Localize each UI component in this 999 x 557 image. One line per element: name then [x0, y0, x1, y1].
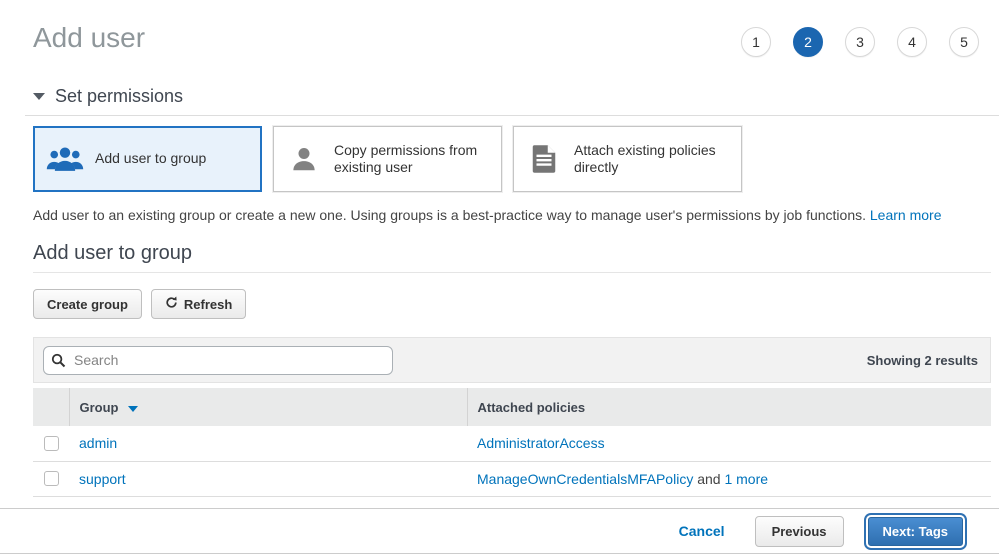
policies-column-label: Attached policies [478, 400, 586, 415]
option-label: Add user to group [95, 150, 206, 168]
header-checkbox-cell [33, 388, 69, 426]
table-row: support ManageOwnCredentialsMFAPolicy an… [33, 461, 991, 496]
more-policies-link[interactable]: 1 more [724, 471, 768, 487]
table-header-row: Group Attached policies [33, 388, 991, 426]
cancel-link[interactable]: Cancel [679, 523, 725, 539]
row-checkbox[interactable] [44, 436, 59, 451]
option-copy-permissions[interactable]: Copy permissions from existing user [273, 126, 502, 192]
group-link[interactable]: support [79, 471, 126, 487]
option-add-user-to-group[interactable]: Add user to group [33, 126, 262, 192]
results-count: Showing 2 results [867, 353, 978, 368]
group-section-title: Add user to group [33, 242, 991, 265]
previous-button[interactable]: Previous [755, 516, 844, 547]
refresh-button[interactable]: Refresh [151, 289, 246, 319]
create-group-label: Create group [47, 297, 128, 312]
learn-more-link[interactable]: Learn more [870, 207, 942, 223]
option-label: Attach existing policies directly [574, 142, 731, 177]
user-icon [284, 144, 324, 174]
row-checkbox[interactable] [44, 471, 59, 486]
collapse-caret-icon [33, 93, 45, 100]
search-icon [51, 353, 66, 373]
header-attached-policies: Attached policies [467, 388, 991, 426]
option-label: Copy permissions from existing user [334, 142, 491, 177]
next-tags-button[interactable]: Next: Tags [868, 517, 964, 546]
group-link[interactable]: admin [79, 435, 117, 451]
header-group: Group [69, 388, 467, 426]
table-controls-bar: Showing 2 results [33, 337, 991, 383]
description-text: Add user to an existing group or create … [33, 207, 866, 223]
group-column-label: Group [80, 400, 119, 415]
policy-document-icon [524, 144, 564, 174]
option-attach-policies[interactable]: Attach existing policies directly [513, 126, 742, 192]
groups-table: Group Attached policies admin Administra… [33, 388, 991, 497]
and-text: and [693, 471, 724, 487]
policy-link[interactable]: ManageOwnCredentialsMFAPolicy [477, 471, 693, 487]
search-input[interactable] [43, 346, 393, 375]
divider [25, 115, 999, 116]
permission-option-cards: Add user to group Copy permissions from … [33, 126, 991, 192]
sort-desc-icon[interactable] [128, 406, 138, 412]
set-permissions-header[interactable]: Set permissions [33, 86, 991, 107]
wizard-footer: Cancel Previous Next: Tags [0, 508, 999, 554]
table-row: admin AdministratorAccess [33, 426, 991, 461]
user-group-icon [45, 144, 85, 174]
section-description: Add user to an existing group or create … [33, 207, 991, 223]
group-toolbar: Create group Refresh [33, 289, 991, 319]
policy-link[interactable]: AdministratorAccess [477, 435, 605, 451]
divider [33, 272, 991, 273]
page-title: Add user [33, 22, 991, 54]
set-permissions-label: Set permissions [55, 86, 183, 107]
groups-panel: Showing 2 results Group Attached policie… [33, 337, 991, 497]
search-box [43, 346, 393, 375]
create-group-button[interactable]: Create group [33, 289, 142, 319]
refresh-icon [165, 296, 178, 312]
refresh-label: Refresh [184, 297, 232, 312]
